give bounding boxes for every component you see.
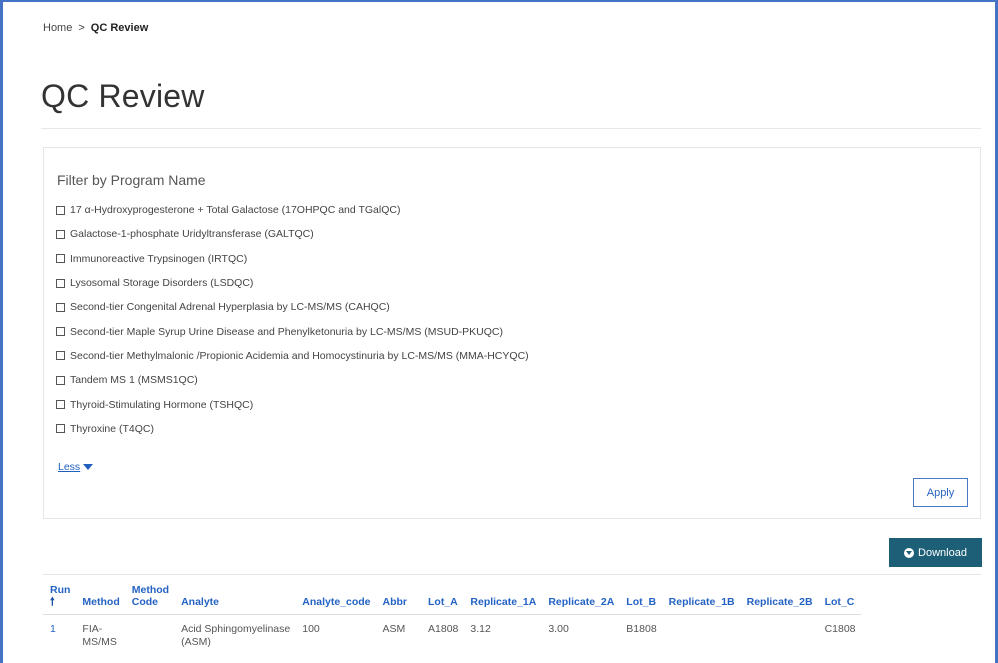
column-header-run-label: Run [50,584,71,596]
filter-option[interactable]: Immunoreactive Trypsinogen (IRTQC) [56,247,529,271]
checkbox[interactable] [56,205,65,215]
cell-method-line2: MS/MS [82,636,117,648]
checkbox[interactable] [56,302,65,312]
download-button[interactable]: Download [889,538,982,567]
cell-lot-b: B1808 [626,623,657,635]
filter-option[interactable]: 17 α-Hydroxyprogesterone + Total Galacto… [56,198,529,222]
checkbox[interactable] [56,327,65,337]
cell-method-code [125,615,174,650]
filter-heading: Filter by Program Name [57,172,206,188]
cell-analyte-line2: (ASM) [181,636,211,648]
filter-option[interactable]: Second-tier Congenital Adrenal Hyperplas… [56,295,529,319]
column-header-run[interactable]: Run 🠕 [43,584,76,615]
checkbox[interactable] [56,375,65,385]
filter-option-label: Immunoreactive Trypsinogen (IRTQC) [70,252,248,265]
filter-option-label: Thyroxine (T4QC) [70,422,155,435]
filter-option-label: Second-tier Methylmalonic /Propionic Aci… [70,349,529,362]
cell-method-line1: FIA- [82,623,103,635]
filter-option-label: Lysosomal Storage Disorders (LSDQC) [70,277,254,290]
filter-option[interactable]: Thyroxine (T4QC) [56,417,529,441]
cell-analyte: Acid Sphingomyelinase (ASM) [174,615,295,650]
less-toggle-link[interactable]: Less [58,461,94,473]
cell-abbr: ASM [382,623,406,635]
column-header-method[interactable]: Method [75,584,125,615]
apply-button[interactable]: Apply [913,478,968,507]
filter-option-label: Galactose-1-phosphate Uridyltransferase … [70,228,314,241]
sort-ascending-icon[interactable]: 🠕 [50,596,70,608]
cell-analyte-line1: Acid Sphingomyelinase [181,623,291,635]
column-header-lot-b[interactable]: Lot_B [619,584,662,615]
column-header-method-code-line1: Method [131,584,170,596]
filter-option[interactable]: Galactose-1-phosphate Uridyltransferase … [56,222,529,246]
cell-replicate-2a: 3.00 [548,623,569,635]
title-divider [41,128,981,129]
cell-method: FIA- MS/MS [75,615,124,650]
cell-lot-c: C1808 [824,623,856,635]
filter-option[interactable]: Second-tier Maple Syrup Urine Disease an… [56,319,529,343]
checkbox[interactable] [56,278,65,288]
breadcrumb-current: QC Review [90,22,149,34]
filter-panel: Filter by Program Name 17 α-Hydroxyproge… [43,147,981,519]
breadcrumb-home-link[interactable]: Home [43,22,72,34]
breadcrumb-separator: > [78,22,85,34]
checkbox[interactable] [56,229,65,239]
cell-replicate-1a: 3.12 [470,623,491,635]
table-row: 1 FIA- MS/MS Acid Sphingomyelinase (ASM)… [43,615,861,650]
download-label: Download [918,546,967,559]
filter-option[interactable]: Tandem MS 1 (MSMS1QC) [56,368,529,392]
checkbox[interactable] [56,424,65,434]
column-header-replicate-2a[interactable]: Replicate_2A [541,584,620,615]
column-header-lot-a[interactable]: Lot_A [421,584,464,615]
cell-replicate-1b [662,615,740,650]
cell-replicate-2b [740,615,818,650]
column-header-method-code-line2: Code [131,596,158,608]
cell-run[interactable]: 1 [43,615,75,650]
table-divider [43,574,981,575]
less-label: Less [58,461,81,473]
filter-option-label: 17 α-Hydroxyprogesterone + Total Galacto… [70,204,401,217]
filter-option-label: Second-tier Maple Syrup Urine Disease an… [70,325,503,338]
caret-down-icon [83,464,94,470]
cell-analyte-code: 100 [302,623,320,635]
column-header-replicate-1a[interactable]: Replicate_1A [463,584,542,615]
column-header-abbr[interactable]: Abbr [375,584,422,615]
filter-option[interactable]: Lysosomal Storage Disorders (LSDQC) [56,271,529,295]
column-header-replicate-2b[interactable]: Replicate_2B [739,584,818,615]
download-circle-icon [904,547,915,558]
checkbox[interactable] [56,400,65,410]
page-frame: Home > QC Review QC Review Filter by Pro… [0,0,998,663]
filter-option-label: Thyroid-Stimulating Hormone (TSHQC) [70,398,254,411]
filter-option-label: Tandem MS 1 (MSMS1QC) [70,374,198,387]
checkbox[interactable] [56,351,65,361]
page-title: QC Review [41,78,205,114]
table-header-row: Run 🠕 Method Method Code Analyte Analyte… [43,584,861,615]
breadcrumb: Home > QC Review [43,22,148,34]
results-table: Run 🠕 Method Method Code Analyte Analyte… [43,584,861,649]
filter-option-list: 17 α-Hydroxyprogesterone + Total Galacto… [56,198,529,441]
column-header-lot-c[interactable]: Lot_C [817,584,861,615]
filter-option[interactable]: Thyroid-Stimulating Hormone (TSHQC) [56,392,529,416]
column-header-method-code[interactable]: Method Code [124,584,175,615]
filter-option[interactable]: Second-tier Methylmalonic /Propionic Aci… [56,344,529,368]
filter-option-label: Second-tier Congenital Adrenal Hyperplas… [70,301,390,314]
column-header-analyte[interactable]: Analyte [174,584,296,615]
column-header-replicate-1b[interactable]: Replicate_1B [661,584,740,615]
checkbox[interactable] [56,254,65,264]
column-header-analyte-code[interactable]: Analyte_code [295,584,376,615]
cell-lot-a: A1808 [428,623,459,635]
